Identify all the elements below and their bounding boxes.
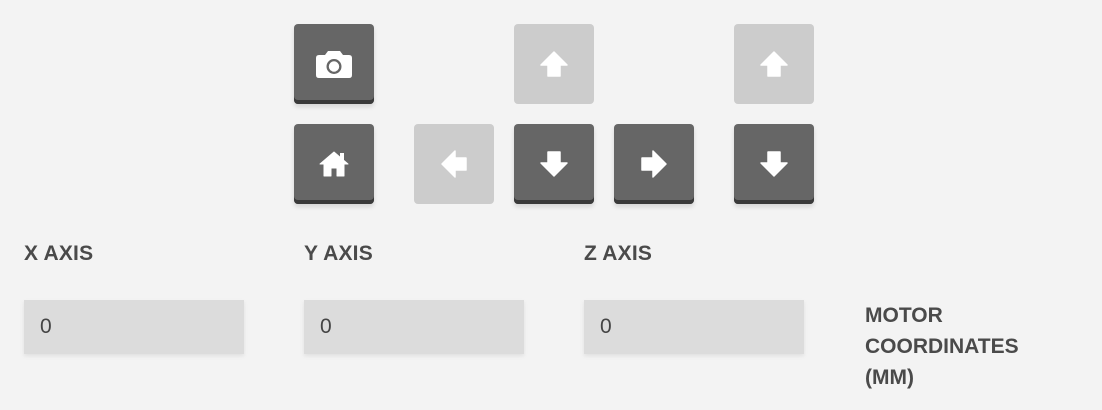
z-up-button[interactable] [734, 24, 814, 104]
y-up-button[interactable] [514, 24, 594, 104]
x-axis-label: X AXIS [24, 242, 94, 265]
y-axis-input[interactable] [304, 300, 524, 354]
x-axis-input[interactable] [24, 300, 244, 354]
y-down-button[interactable] [514, 124, 594, 204]
motor-coordinates-label: MOTOR COORDINATES (MM) [865, 304, 1019, 389]
arrow-up-icon [539, 49, 569, 79]
arrow-left-icon [439, 149, 469, 179]
z-axis-label: Z AXIS [584, 242, 653, 265]
home-button[interactable] [294, 124, 374, 204]
home-icon [319, 151, 349, 177]
arrow-right-icon [639, 149, 669, 179]
arrow-down-icon [539, 149, 569, 179]
z-axis-input[interactable] [584, 300, 804, 354]
y-axis-label: Y AXIS [304, 242, 373, 265]
x-left-button[interactable] [414, 124, 494, 204]
z-down-button[interactable] [734, 124, 814, 204]
arrow-up-icon [759, 49, 789, 79]
arrow-down-icon [759, 149, 789, 179]
x-right-button[interactable] [614, 124, 694, 204]
camera-icon [315, 49, 353, 79]
camera-button[interactable] [294, 24, 374, 104]
